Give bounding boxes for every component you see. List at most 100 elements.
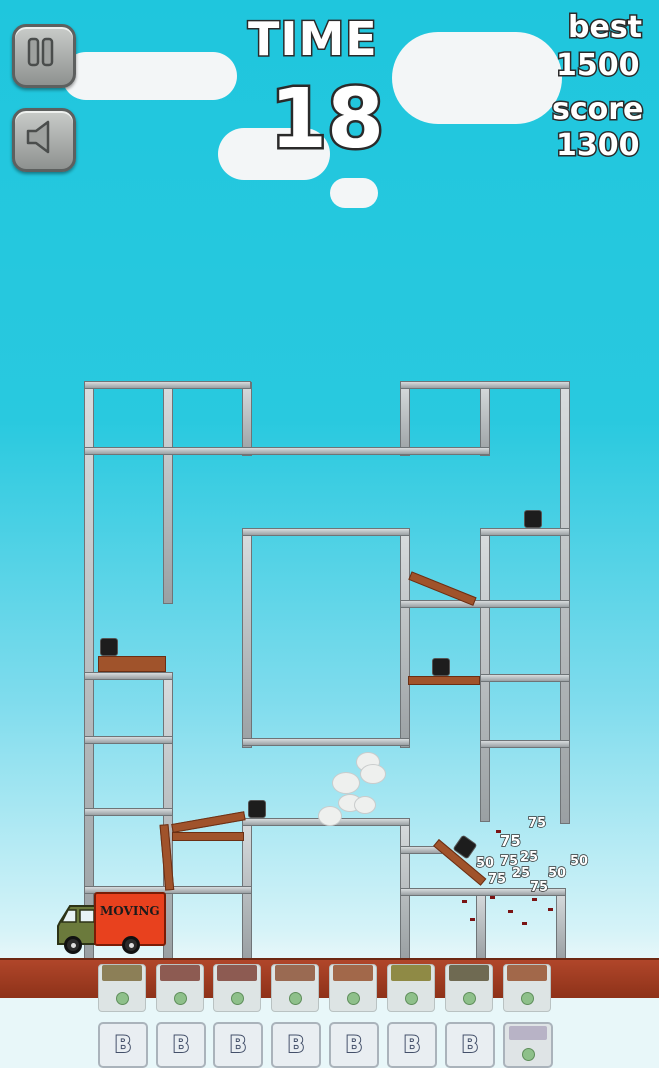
slot-swatch: [160, 965, 200, 981]
truck-sign: MOVING: [100, 904, 160, 918]
slot-swatch: [275, 965, 315, 981]
wood-plank: [171, 811, 246, 833]
beam: [84, 672, 173, 680]
empty-bomb-button[interactable]: [503, 1022, 553, 1068]
beam: [400, 382, 410, 456]
inventory-slot[interactable]: [156, 964, 204, 1012]
beam: [400, 600, 570, 608]
debris: [508, 910, 513, 913]
points-popup: 75: [499, 853, 519, 870]
beam: [242, 528, 410, 536]
wood-plank: [172, 832, 244, 841]
debris: [470, 918, 475, 921]
slot-indicator: [231, 992, 244, 1005]
beam: [480, 674, 570, 682]
slot-indicator: [289, 992, 302, 1005]
slot-indicator: [463, 992, 476, 1005]
inventory-slot[interactable]: [387, 964, 435, 1012]
score-value: 1300: [555, 127, 641, 165]
best-label: best: [566, 9, 643, 47]
beam: [480, 528, 570, 536]
debris: [548, 908, 553, 911]
points-popup: 75: [529, 879, 549, 896]
points-popup: 75: [487, 871, 507, 888]
pause-icon: [27, 37, 54, 67]
debris: [522, 922, 527, 925]
bomb-button-label: B: [345, 1032, 364, 1059]
bomb-button-label: B: [403, 1032, 422, 1059]
slot-indicator: [347, 992, 360, 1005]
truck-wheel: [64, 936, 82, 954]
pause-button[interactable]: [12, 24, 76, 88]
bomb-button-label: B: [287, 1032, 306, 1059]
bomb-button-label: B: [114, 1032, 133, 1059]
bomb-button[interactable]: B: [387, 1022, 437, 1068]
slot-indicator: [174, 992, 187, 1005]
cloud: [330, 178, 378, 208]
slot-swatch: [391, 965, 431, 981]
beam: [84, 447, 490, 455]
best-value: 1500: [555, 47, 641, 85]
smoke-puff: [354, 796, 376, 814]
bomb-block[interactable]: [100, 638, 118, 656]
beam: [242, 382, 252, 456]
bomb-button-label: B: [229, 1032, 248, 1059]
bomb-button[interactable]: B: [329, 1022, 379, 1068]
slot-indicator: [116, 992, 129, 1005]
sound-button[interactable]: [12, 108, 76, 172]
time-label: TIME: [247, 11, 379, 68]
cloud: [392, 32, 562, 124]
bomb-button[interactable]: B: [271, 1022, 321, 1068]
inventory-slot[interactable]: [98, 964, 146, 1012]
debris: [462, 900, 467, 903]
slot-swatch: [449, 965, 489, 981]
bomb-block[interactable]: [432, 658, 450, 676]
inventory-slot[interactable]: [329, 964, 377, 1012]
beam: [476, 890, 486, 960]
debris: [496, 830, 501, 833]
points-popup: 75: [499, 831, 521, 851]
time-value: 18: [267, 70, 386, 170]
inventory-slot[interactable]: [445, 964, 493, 1012]
bomb-block[interactable]: [524, 510, 542, 528]
bomb-block[interactable]: [248, 800, 266, 818]
empty-slot-top: [509, 1026, 547, 1040]
smoke-puff: [332, 772, 360, 794]
points-popup: 50: [475, 855, 495, 872]
wood-plank: [408, 676, 480, 685]
beam: [400, 530, 410, 748]
slot-swatch: [102, 965, 142, 981]
beam: [84, 382, 94, 960]
beam: [556, 890, 566, 960]
bomb-button-label: B: [461, 1032, 480, 1059]
speaker-icon: [26, 120, 50, 154]
slot-indicator: [521, 992, 534, 1005]
debris: [532, 898, 537, 901]
inventory-slot[interactable]: [503, 964, 551, 1012]
points-popup: 50: [547, 865, 567, 882]
bomb-button[interactable]: B: [98, 1022, 148, 1068]
bomb-button[interactable]: B: [156, 1022, 206, 1068]
points-popup: 50: [569, 853, 589, 870]
smoke-puff: [360, 764, 386, 784]
cloud: [62, 52, 237, 100]
smoke-puff: [318, 806, 342, 826]
debris: [490, 896, 495, 899]
bomb-button[interactable]: B: [213, 1022, 263, 1068]
slot-indicator: [522, 1048, 535, 1061]
beam: [242, 738, 410, 746]
inventory-slot[interactable]: [213, 964, 261, 1012]
bomb-button-label: B: [172, 1032, 191, 1059]
beam: [84, 381, 251, 389]
bomb-button[interactable]: B: [445, 1022, 495, 1068]
beam: [84, 808, 173, 816]
points-popup: 25: [519, 849, 539, 866]
moving-truck: MOVING: [56, 892, 166, 956]
score-label: score: [550, 91, 644, 129]
inventory-slot[interactable]: [271, 964, 319, 1012]
beam: [242, 530, 252, 748]
game-stage[interactable]: TIME 18 best 1500 score 1300 75 75 25 50…: [0, 0, 659, 1068]
slot-swatch: [507, 965, 547, 981]
beam: [163, 382, 173, 604]
slot-indicator: [405, 992, 418, 1005]
